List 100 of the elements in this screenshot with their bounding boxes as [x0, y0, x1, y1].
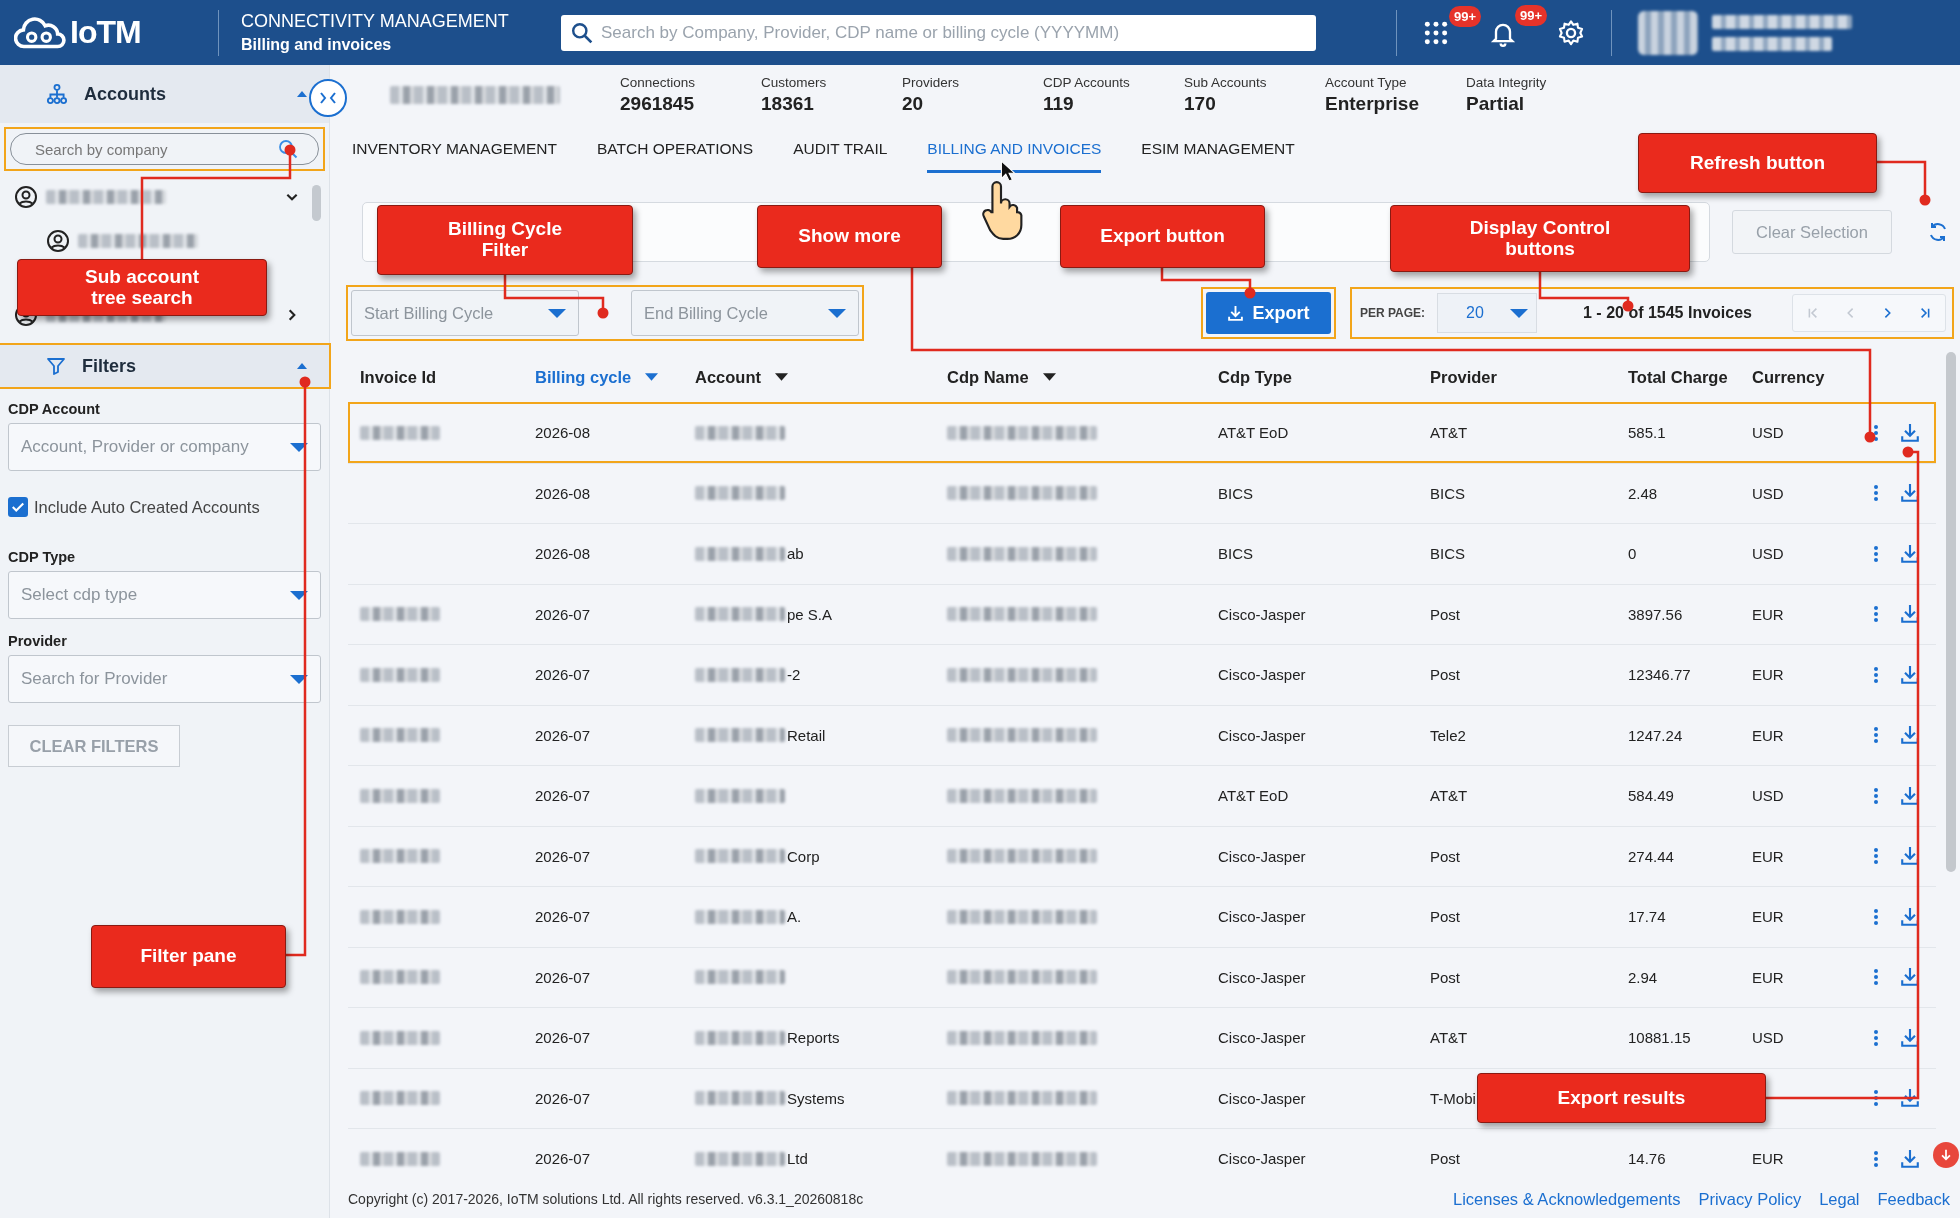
more-icon[interactable] [1873, 847, 1879, 866]
column-header[interactable]: Cdp Name [947, 367, 1056, 387]
column-header[interactable]: Currency [1752, 367, 1825, 387]
table-row[interactable]: 2026-07 AT&T EoD AT&T 584.49 USD [348, 765, 1936, 826]
table-row[interactable]: 2026-07 pe S.A Cisco-Jasper Post 3897.56 EUR [348, 583, 1936, 644]
table-cell: 2026-07 [535, 726, 591, 744]
table-row[interactable]: 2026-07 A. Cisco-Jasper Post 17.74 EUR [348, 886, 1936, 947]
table-row[interactable]: 2026-07 Ltd Cisco-Jasper Post 14.76 EUR [348, 1128, 1936, 1180]
column-header[interactable]: Billing cycle [535, 367, 659, 387]
more-icon[interactable] [1873, 1149, 1879, 1168]
annotation-tooltip: Export button [1060, 205, 1265, 268]
user-circle-icon [14, 185, 38, 209]
table-row[interactable]: 2026-08 ab BICS BICS 0 USD [348, 523, 1936, 584]
table-cell: 2026-08 [535, 484, 591, 502]
table-row[interactable]: 2026-07 Corp Cisco-Jasper Post 274.44 EUR [348, 825, 1936, 886]
collapse-sidebar-button[interactable] [309, 79, 347, 117]
table-row[interactable]: 2026-07 Reports Cisco-Jasper AT&T 10881.15 USD [348, 1007, 1936, 1068]
download-icon[interactable] [1900, 604, 1920, 625]
more-icon[interactable] [1873, 1028, 1879, 1047]
more-icon[interactable] [1873, 907, 1879, 926]
table-cell: 2026-07 [535, 1089, 591, 1107]
more-icon[interactable] [1873, 968, 1879, 987]
table-cell: 17.74 [1628, 908, 1666, 926]
per-page-dropdown[interactable]: 20 [1437, 293, 1537, 333]
tab[interactable]: ESIM MANAGEMENT [1141, 125, 1295, 173]
footer-link[interactable]: Legal [1819, 1189, 1860, 1209]
download-icon[interactable] [1900, 664, 1920, 685]
download-icon[interactable] [1900, 846, 1920, 867]
column-header[interactable]: Account [695, 367, 788, 387]
table-cell: USD [1752, 545, 1784, 563]
arrow-cursor-icon [1000, 160, 1016, 182]
more-icon[interactable] [1873, 786, 1879, 805]
scroll-down-button[interactable] [1933, 1142, 1959, 1168]
download-icon [1227, 304, 1245, 322]
more-icon[interactable] [1873, 484, 1879, 503]
download-icon[interactable] [1900, 967, 1920, 988]
download-icon[interactable] [1900, 543, 1920, 564]
table-row[interactable]: 2026-08 AT&T EoD AT&T 585.1 USD [348, 402, 1936, 463]
table-cell: EUR [1752, 605, 1784, 623]
stat-value: 18361 [761, 93, 815, 115]
stat-value: Partial [1466, 93, 1526, 115]
filters-header[interactable]: Filters [0, 345, 329, 387]
scrollbar-thumb[interactable] [312, 185, 321, 221]
apps-grid-icon[interactable] [1423, 19, 1449, 46]
download-icon[interactable] [1900, 785, 1920, 806]
download-icon[interactable] [1900, 1027, 1920, 1048]
sort-caret-icon[interactable] [775, 373, 788, 381]
footer-link[interactable]: Licenses & Acknowledgements [1453, 1189, 1681, 1209]
table-cell: 584.49 [1628, 787, 1674, 805]
settings-icon[interactable] [1557, 18, 1585, 47]
table-cell: Cisco-Jasper [1218, 726, 1306, 744]
search-icon [571, 21, 593, 44]
scrollbar-thumb[interactable] [1946, 352, 1956, 872]
table-cell: 2026-08 [535, 424, 591, 442]
table-row[interactable]: 2026-07 Retail Cisco-Jasper Tele2 1247.24 EUR [348, 704, 1936, 765]
stat-label: Providers [902, 75, 961, 90]
accounts-header[interactable]: Accounts [0, 65, 329, 123]
column-header[interactable]: Provider [1430, 367, 1497, 387]
table-cell: AT&T [1430, 1029, 1468, 1047]
footer-link[interactable]: Privacy Policy [1698, 1189, 1802, 1209]
download-icon[interactable] [1900, 422, 1920, 443]
table-cell: Post [1430, 847, 1460, 865]
table-cell: AT&T EoD [1218, 424, 1289, 442]
column-header[interactable]: Cdp Type [1218, 367, 1292, 387]
table-cell: 2026-07 [535, 666, 591, 684]
more-icon[interactable] [1873, 665, 1879, 684]
table-cell: 14.76 [1628, 1150, 1666, 1168]
table-row[interactable]: 2026-07 -2 Cisco-Jasper Post 12346.77 EUR [348, 644, 1936, 705]
tab[interactable]: BATCH OPERATIONS [597, 125, 754, 173]
field-label: Provider [8, 633, 68, 649]
download-icon[interactable] [1900, 483, 1920, 504]
column-header[interactable]: Invoice Id [360, 367, 437, 387]
logo[interactable]: IoTM [0, 14, 194, 51]
download-icon[interactable] [1900, 906, 1920, 927]
download-icon[interactable] [1900, 725, 1920, 746]
more-icon[interactable] [1873, 726, 1879, 745]
more-icon[interactable] [1873, 544, 1879, 563]
table-cell: EUR [1752, 847, 1784, 865]
table-row[interactable]: 2026-08 BICS BICS 2.48 USD [348, 462, 1936, 523]
stat-label: Sub Accounts [1184, 75, 1268, 90]
annotation-tooltip: Display Control buttons [1390, 205, 1690, 272]
stat-value: 2961845 [620, 93, 695, 115]
download-icon[interactable] [1900, 1088, 1920, 1109]
tab[interactable]: AUDIT TRAIL [793, 125, 888, 173]
more-icon[interactable] [1873, 1089, 1879, 1108]
table-cell: Cisco-Jasper [1218, 847, 1306, 865]
checkbox[interactable] [8, 497, 28, 517]
avatar[interactable] [1638, 10, 1698, 55]
tab[interactable]: INVENTORY MANAGEMENT [352, 125, 557, 173]
more-icon[interactable] [1873, 605, 1879, 624]
more-icon[interactable] [1873, 423, 1879, 442]
column-header[interactable]: Total Charge [1628, 367, 1728, 387]
footer-link[interactable]: Feedback [1877, 1189, 1950, 1209]
sort-caret-icon[interactable] [1042, 373, 1056, 381]
table-cell: Corp [787, 847, 820, 865]
export-button[interactable]: Export [1205, 292, 1331, 334]
download-icon[interactable] [1900, 1148, 1920, 1169]
annotation-tooltip: Export results [1477, 1073, 1766, 1123]
table-cell: USD [1752, 787, 1784, 805]
table-row[interactable]: 2026-07 Cisco-Jasper Post 2.94 EUR [348, 946, 1936, 1007]
